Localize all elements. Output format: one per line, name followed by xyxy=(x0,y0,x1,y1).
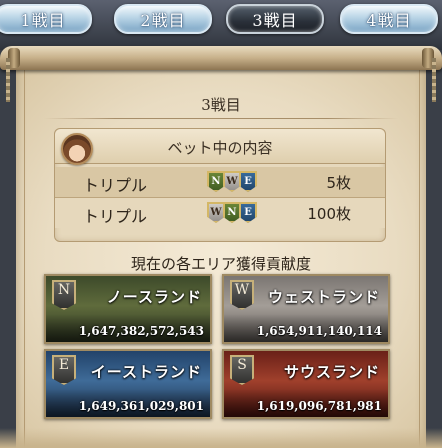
area-contribution-value: 1,654,911,140,114 xyxy=(256,324,382,338)
bet-count: 100枚 xyxy=(307,205,351,223)
south-emblem-icon: S xyxy=(230,355,254,385)
bet-count: 5枚 xyxy=(326,174,351,192)
area-name: イーストランド xyxy=(90,363,202,381)
round-title: 3戦目 xyxy=(201,96,241,114)
bet-type: トリプル xyxy=(83,176,148,195)
bet-emblems: W N E xyxy=(207,202,257,223)
bet-contents-header: ベット中の内容 xyxy=(55,129,385,165)
west-emblem-icon: W xyxy=(223,171,241,192)
title-divider xyxy=(44,118,398,119)
tab-round-4[interactable]: 4戦目 xyxy=(340,4,438,34)
bet-row: トリプル N W E 5枚 xyxy=(55,167,385,198)
area-contribution-value: 1,619,096,781,981 xyxy=(256,399,382,413)
east-emblem-icon: E xyxy=(239,202,257,223)
area-name: ウェストランド xyxy=(267,288,380,306)
north-emblem-icon: N xyxy=(223,202,241,223)
area-contribution-value: 1,649,361,029,801 xyxy=(78,399,204,413)
tab-round-1[interactable]: 1戦目 xyxy=(0,4,92,34)
bet-row: トリプル W N E 100枚 xyxy=(55,198,385,228)
area-name: サウスランド xyxy=(283,363,380,381)
east-emblem-icon: E xyxy=(52,355,76,385)
north-emblem-icon: N xyxy=(52,280,76,310)
area-card-north: N ノースランド 1,647,382,572,543 xyxy=(44,274,212,344)
round-tabs: 1戦目 2戦目 3戦目 4戦目 xyxy=(0,0,442,50)
west-emblem-icon: W xyxy=(230,280,254,310)
bet-type: トリプル xyxy=(83,207,148,226)
north-emblem-icon: N xyxy=(207,171,225,192)
contribution-title: 現在の各エリア獲得貢献度 xyxy=(130,255,311,273)
area-card-west: W ウェストランド 1,654,911,140,114 xyxy=(222,274,390,344)
scroll-bottom-fade xyxy=(0,428,442,448)
area-card-east: E イーストランド 1,649,361,029,801 xyxy=(44,349,212,419)
tab-round-2[interactable]: 2戦目 xyxy=(114,4,212,34)
bet-contents-label: ベット中の内容 xyxy=(167,139,273,157)
west-emblem-icon: W xyxy=(207,202,225,223)
east-emblem-icon: E xyxy=(239,171,257,192)
area-name: ノースランド xyxy=(106,288,202,306)
bet-contents-box: ベット中の内容 トリプル N W E 5枚 トリプル W N E 100枚 xyxy=(54,128,386,242)
area-contribution-value: 1,647,382,572,543 xyxy=(78,324,204,338)
scroll-rod xyxy=(0,46,442,70)
bet-emblems: N W E xyxy=(207,171,257,192)
area-card-south: S サウスランド 1,619,096,781,981 xyxy=(222,349,390,419)
tab-round-3[interactable]: 3戦目 xyxy=(226,4,324,34)
